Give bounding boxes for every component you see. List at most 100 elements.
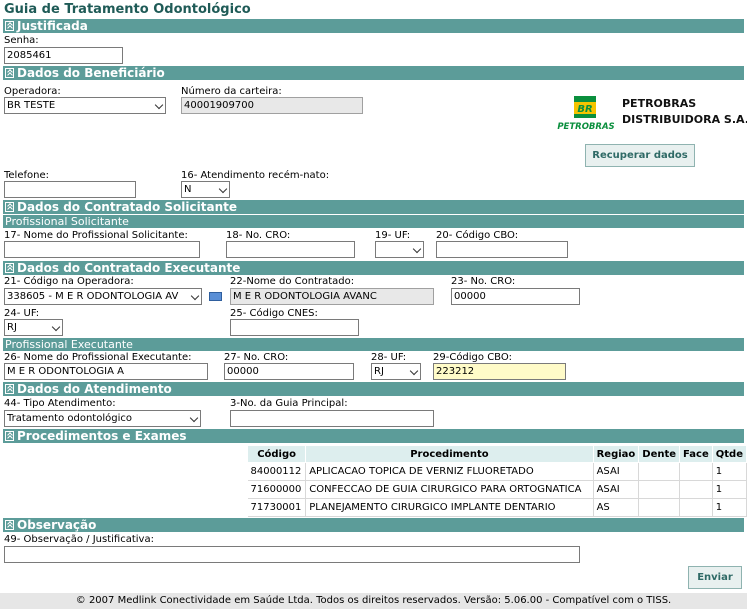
section-title: Dados do Beneficiário: [17, 66, 165, 80]
subsection-profissional-executante: Profissional Executante: [3, 338, 744, 351]
cell-qtde: 1: [712, 498, 747, 517]
section-observacao[interactable]: Observação: [3, 518, 744, 532]
telefone-label: Telefone:: [4, 170, 49, 181]
senha-input[interactable]: 2085461: [4, 47, 123, 64]
nome-contratado-input[interactable]: M E R ODONTOLOGIA AVANC: [230, 288, 434, 305]
tipo-atendimento-value: Tratamento odontológico: [7, 413, 132, 424]
recem-nato-select[interactable]: N: [181, 181, 230, 198]
collapse-icon[interactable]: [5, 520, 14, 530]
svg-text:BR: BR: [577, 104, 592, 115]
chevron-down-icon: [51, 322, 61, 332]
tipo-atendimento-select[interactable]: Tratamento odontológico: [4, 410, 201, 427]
table-row[interactable]: 71730001 PLANEJAMENTO CIRURGICO IMPLANTE…: [247, 498, 747, 517]
section-procedimentos[interactable]: Procedimentos e Exames: [3, 429, 744, 443]
collapse-icon[interactable]: [5, 263, 14, 273]
operadora-select[interactable]: BR TESTE: [4, 97, 166, 114]
carteira-label: Número da carteira:: [181, 86, 282, 97]
nome-executante-input[interactable]: M E R ODONTOLOGIA A: [4, 363, 208, 380]
collapse-icon[interactable]: [5, 68, 14, 78]
codigo-operadora-select[interactable]: 338605 - M E R ODONTOLOGIA AV: [4, 288, 202, 305]
section-title: Dados do Contratado Solicitante: [17, 200, 238, 214]
cell-face: [679, 480, 713, 499]
cell-dente: [638, 498, 681, 517]
cell-regiao: ASAI: [593, 480, 640, 499]
cro-solicitante-input[interactable]: [226, 241, 355, 258]
cro-contratado-input[interactable]: 00000: [451, 288, 580, 305]
cell-face: [679, 498, 713, 517]
uf-solicitante-select[interactable]: [375, 241, 424, 258]
procedures-table: Código Procedimento Regiao Dente Face Qt…: [246, 445, 747, 517]
codigo-operadora-value: 338605 - M E R ODONTOLOGIA AV: [7, 291, 179, 302]
operadora-label: Operadora:: [4, 86, 61, 97]
company-name-line1: PETROBRAS: [622, 97, 697, 110]
cro-contratado-label: 23- No. CRO:: [451, 276, 516, 287]
cbo-solicitante-input[interactable]: [436, 241, 568, 258]
svg-text:PETROBRAS: PETROBRAS: [557, 122, 614, 132]
uf-executante-value: RJ: [374, 366, 384, 377]
guia-principal-label: 3-No. da Guia Principal:: [230, 398, 348, 409]
section-title: Dados do Contratado Executante: [17, 261, 241, 275]
cell-face: [679, 462, 713, 481]
guia-principal-input[interactable]: [230, 410, 434, 427]
codigo-operadora-label: 21- Código na Operadora:: [4, 276, 134, 287]
collapse-icon[interactable]: [5, 384, 14, 394]
cell-procedimento: PLANEJAMENTO CIRURGICO IMPLANTE DENTARIO: [305, 498, 594, 517]
uf-executante-select[interactable]: RJ: [371, 363, 421, 380]
petrobras-logo: BR PETROBRAS: [556, 94, 616, 132]
recuperar-dados-button[interactable]: Recuperar dados: [585, 144, 695, 167]
cnes-label: 25- Código CNES:: [230, 308, 318, 319]
uf-solicitante-label: 19- UF:: [375, 230, 411, 241]
petrobras-logo-graphic: BR PETROBRAS: [557, 96, 615, 132]
collapse-icon[interactable]: [5, 202, 14, 212]
chevron-down-icon: [190, 291, 200, 301]
table-header: Código: [246, 445, 307, 463]
collapse-icon[interactable]: [5, 21, 14, 31]
carteira-input[interactable]: 40001909700: [181, 97, 363, 114]
operadora-value: BR TESTE: [7, 100, 56, 111]
cell-dente: [638, 462, 681, 481]
chevron-down-icon: [409, 366, 419, 376]
cro-executante-input[interactable]: 00000: [224, 363, 354, 380]
cro-solicitante-label: 18- No. CRO:: [226, 230, 291, 241]
recem-nato-value: N: [184, 184, 192, 195]
section-contratado-executante[interactable]: Dados do Contratado Executante: [3, 261, 744, 275]
nome-solicitante-input[interactable]: [4, 241, 200, 258]
chevron-down-icon: [189, 413, 199, 423]
cbo-solicitante-label: 20- Código CBO:: [436, 230, 519, 241]
section-atendimento[interactable]: Dados do Atendimento: [3, 382, 744, 396]
table-row[interactable]: 71600000 CONFECCAO DE GUIA CIRURGICO PAR…: [247, 480, 747, 499]
footer: © 2007 Medlink Conectividade em Saúde Lt…: [0, 593, 747, 609]
nome-contratado-label: 22-Nome do Contratado:: [230, 276, 355, 287]
section-title: Justificada: [17, 19, 88, 33]
collapse-icon[interactable]: [5, 431, 14, 441]
cnes-input[interactable]: [230, 319, 359, 336]
observacao-input[interactable]: [4, 546, 580, 563]
section-title: Dados do Atendimento: [17, 382, 172, 396]
uf-contratado-value: RJ: [7, 322, 17, 333]
telefone-input[interactable]: [4, 181, 136, 198]
section-justificada[interactable]: Justificada: [3, 19, 744, 33]
page-title: Guia de Tratamento Odontológico: [4, 2, 251, 17]
table-header: Dente: [638, 445, 681, 463]
table-header: Procedimento: [305, 445, 594, 463]
cell-codigo: 71730001: [247, 498, 307, 517]
uf-contratado-label: 24- UF:: [4, 308, 40, 319]
tipo-atendimento-label: 44- Tipo Atendimento:: [4, 398, 116, 409]
table-row[interactable]: 84000112 APLICACAO TOPICA DE VERNIZ FLUO…: [247, 462, 747, 481]
cbo-executante-label: 29-Código CBO:: [433, 352, 512, 363]
section-beneficiario[interactable]: Dados do Beneficiário: [3, 66, 744, 80]
observacao-label: 49- Observação / Justificativa:: [4, 534, 154, 545]
table-header: Regiao: [592, 445, 640, 463]
cbo-executante-input[interactable]: 223212: [433, 363, 566, 380]
uf-contratado-select[interactable]: RJ: [4, 319, 63, 336]
table-header: Qtde: [711, 445, 747, 463]
keyboard-icon[interactable]: [209, 292, 222, 301]
section-title: Procedimentos e Exames: [17, 429, 187, 443]
section-contratado-solicitante[interactable]: Dados do Contratado Solicitante: [3, 200, 744, 214]
cell-qtde: 1: [712, 480, 747, 499]
cell-regiao: ASAI: [593, 462, 640, 481]
section-title: Observação: [17, 518, 97, 532]
cell-codigo: 71600000: [247, 480, 307, 499]
chevron-down-icon: [412, 244, 422, 254]
enviar-button[interactable]: Enviar: [688, 566, 742, 589]
